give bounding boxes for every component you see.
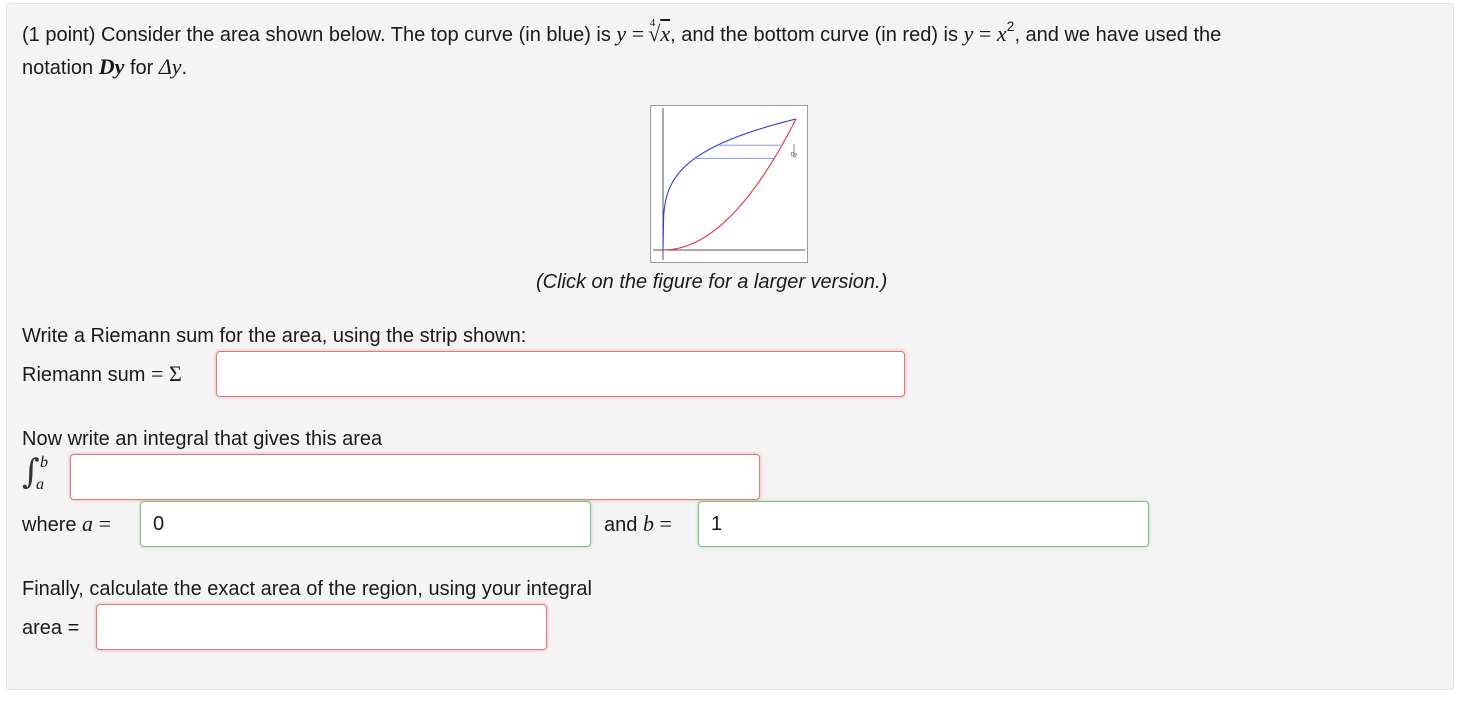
b-equals: = [659, 511, 672, 536]
riemann-equals: = [150, 361, 164, 386]
lower-bound-label: where a = [22, 512, 111, 537]
bottom-curve-red [663, 118, 797, 251]
and-label: and [604, 514, 638, 536]
notation-prefix: notation [22, 57, 94, 79]
delta-symbol: Δy [158, 54, 182, 79]
sigma-symbol: Σ [168, 361, 182, 386]
area-label: area = [22, 617, 80, 639]
equals-sign-2: = [978, 21, 992, 46]
riemann-label-row: Riemann sum = Σ [22, 362, 182, 387]
bottom-curve-var: y [963, 21, 974, 46]
bottom-curve-base: x [996, 21, 1007, 46]
lower-bound-input[interactable]: 0 [140, 501, 591, 547]
where-label: where [22, 514, 77, 536]
problem-statement-line1: (1 point) Consider the area shown below.… [22, 16, 1222, 47]
integral-upper-limit: b [40, 454, 48, 471]
area-figure-graphic: Dy [653, 108, 805, 260]
upper-bound-input[interactable]: 1 [698, 501, 1149, 547]
integral-input[interactable] [70, 454, 760, 500]
root-index: 4 [649, 16, 656, 29]
fourth-root-expression: 4√x [648, 16, 671, 46]
notation-symbol: Dy [98, 54, 125, 79]
area-prompt: Finally, calculate the exact area of the… [22, 578, 592, 600]
bottom-curve-exp: 2 [1006, 18, 1015, 35]
integral-prompt: Now write an integral that gives this ar… [22, 428, 383, 450]
riemann-sum-input[interactable] [216, 351, 905, 397]
equals-sign: = [631, 21, 645, 46]
figure-caption: (Click on the figure for a larger versio… [536, 271, 888, 293]
problem-end: , and we have used the [1014, 24, 1222, 46]
period: . [181, 57, 188, 79]
riemann-prompt: Write a Riemann sum for the area, using … [22, 325, 527, 347]
notation-for: for [129, 57, 154, 79]
integral-lower-limit: a [36, 476, 44, 493]
a-symbol: a [82, 511, 94, 536]
problem-statement-line2: notation Dy for Δy. [22, 55, 187, 80]
top-curve-var: y [616, 21, 627, 46]
root-radicand: x [660, 21, 671, 46]
a-equals: = [98, 511, 112, 536]
integral-symbol: ∫ b a [22, 452, 62, 498]
area-figure[interactable]: Dy [650, 105, 808, 263]
b-symbol: b [642, 511, 654, 536]
riemann-label: Riemann sum [22, 364, 146, 386]
top-curve-blue [662, 118, 797, 251]
problem-intro: Consider the area shown below. The top c… [100, 24, 611, 46]
points-label: (1 point) [22, 24, 96, 46]
problem-mid: , and the bottom curve (in red) is [670, 24, 958, 46]
upper-bound-label: and b = [604, 512, 672, 537]
area-input[interactable] [96, 604, 547, 650]
strip-label: Dy [791, 152, 798, 158]
